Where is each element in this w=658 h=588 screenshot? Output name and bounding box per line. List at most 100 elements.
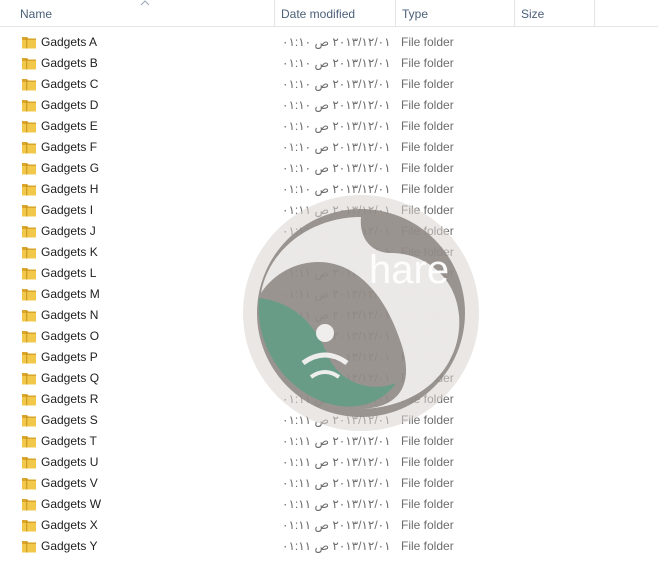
file-type: File folder	[401, 308, 454, 322]
file-name: Gadgets I	[41, 203, 94, 217]
file-name: Gadgets S	[41, 413, 98, 427]
file-date-modified: ۲۰۱۳/۱۲/۰۱ ص ۰۱:۱۱	[282, 476, 391, 490]
file-type: File folder	[401, 539, 454, 553]
file-date-modified: ۲۰۱۳/۱۲/۰۱ ص ۰۱:۱۰	[282, 161, 391, 175]
file-type: File folder	[401, 413, 454, 427]
file-date-modified: ۲۰۱۳/۱۲/۰۱ ص ۰۱:۱۱	[282, 518, 391, 532]
file-row[interactable]: Gadgets O ۲۰۱۳/۱۲/۰۱ ص ۰۱:۱۱ File folder	[0, 326, 658, 347]
file-row[interactable]: Gadgets T ۲۰۱۳/۱۲/۰۱ ص ۰۱:۱۱ File folder	[0, 431, 658, 452]
folder-icon	[22, 499, 36, 511]
file-row[interactable]: Gadgets P ۲۰۱۳/۱۲/۰۱ ص ۰۱:۱۱ File folder	[0, 347, 658, 368]
folder-icon	[22, 289, 36, 301]
file-row[interactable]: Gadgets I ۲۰۱۳/۱۲/۰۱ ص ۰۱:۱۱ File folder	[0, 200, 658, 221]
sort-ascending-icon	[140, 0, 150, 6]
file-type: File folder	[401, 119, 454, 133]
file-row[interactable]: Gadgets L ۲۰۱۳/۱۲/۰۱ ص ۰۱:۱۱ File folder	[0, 263, 658, 284]
file-date-modified: ۲۰۱۳/۱۲/۰۱ ص ۰۱:۱۱	[282, 329, 391, 343]
file-name: Gadgets A	[41, 35, 98, 49]
file-date-modified: ۲۰۱۳/۱۲/۰۱ ص ۰۱:۱۰	[282, 140, 391, 154]
file-type: File folder	[401, 455, 454, 469]
column-header-bar: Name Date modified Type Size	[0, 0, 658, 27]
file-row[interactable]: Gadgets G ۲۰۱۳/۱۲/۰۱ ص ۰۱:۱۰ File folder	[0, 158, 658, 179]
folder-icon	[22, 394, 36, 406]
file-name: Gadgets Q	[41, 371, 100, 385]
folder-icon	[22, 37, 36, 49]
file-name: Gadgets V	[41, 476, 98, 490]
file-row[interactable]: Gadgets Q ۲۰۱۳/۱۲/۰۱ ص ۰۱:۱۱ File folder	[0, 368, 658, 389]
file-name: Gadgets N	[41, 308, 99, 322]
file-date-modified: ۲۰۱۳/۱۲/۰۱ ص ۰۱:۱۱	[282, 455, 391, 469]
file-date-modified: ۲۰۱۳/۱۲/۰۱ ص ۰۱:۱۰	[282, 77, 391, 91]
folder-icon	[22, 541, 36, 553]
file-row[interactable]: Gadgets R ۲۰۱۳/۱۲/۰۱ ص ۰۱:۱۱ File folder	[0, 389, 658, 410]
file-name: Gadgets X	[41, 518, 98, 532]
file-row[interactable]: Gadgets X ۲۰۱۳/۱۲/۰۱ ص ۰۱:۱۱ File folder	[0, 515, 658, 536]
folder-icon	[22, 436, 36, 448]
column-divider[interactable]	[594, 0, 595, 26]
folder-icon	[22, 520, 36, 532]
file-name: Gadgets L	[41, 266, 97, 280]
file-date-modified: ۲۰۱۳/۱۲/۰۱ ص ۰۱:۱۰	[282, 119, 391, 133]
file-row[interactable]: Gadgets S ۲۰۱۳/۱۲/۰۱ ص ۰۱:۱۱ File folder	[0, 410, 658, 431]
folder-icon	[22, 163, 36, 175]
file-date-modified: ۲۰۱۳/۱۲/۰۱ ص ۰۱:۱۱	[282, 434, 391, 448]
folder-icon	[22, 226, 36, 238]
folder-icon	[22, 415, 36, 427]
file-type: File folder	[401, 392, 454, 406]
file-type: File folder	[401, 371, 454, 385]
folder-icon	[22, 79, 36, 91]
file-date-modified: ۲۰۱۳/۱۲/۰۱ ص ۰۱:۱۱	[282, 245, 391, 259]
file-type: File folder	[401, 56, 454, 70]
file-type: File folder	[401, 77, 454, 91]
file-date-modified: ۲۰۱۳/۱۲/۰۱ ص ۰۱:۱۰	[282, 98, 391, 112]
file-type: File folder	[401, 497, 454, 511]
file-name: Gadgets J	[41, 224, 96, 238]
file-row[interactable]: Gadgets Y ۲۰۱۳/۱۲/۰۱ ص ۰۱:۱۱ File folder	[0, 536, 658, 557]
file-row[interactable]: Gadgets D ۲۰۱۳/۱۲/۰۱ ص ۰۱:۱۰ File folder	[0, 95, 658, 116]
file-type: File folder	[401, 329, 454, 343]
folder-icon	[22, 58, 36, 70]
file-type: File folder	[401, 140, 454, 154]
file-date-modified: ۲۰۱۳/۱۲/۰۱ ص ۰۱:۱۰	[282, 182, 391, 196]
file-type: File folder	[401, 35, 454, 49]
file-type: File folder	[401, 182, 454, 196]
folder-icon	[22, 142, 36, 154]
folder-icon	[22, 331, 36, 343]
column-header-type[interactable]: Type	[396, 0, 514, 26]
file-date-modified: ۲۰۱۳/۱۲/۰۱ ص ۰۱:۱۰	[282, 56, 391, 70]
file-row[interactable]: Gadgets J ۲۰۱۳/۱۲/۰۱ ص ۰۱:۱۱ File folder	[0, 221, 658, 242]
file-date-modified: ۲۰۱۳/۱۲/۰۱ ص ۰۱:۱۰	[282, 35, 391, 49]
file-name: Gadgets G	[41, 161, 100, 175]
file-name: Gadgets F	[41, 140, 98, 154]
file-name: Gadgets H	[41, 182, 99, 196]
file-row[interactable]: Gadgets H ۲۰۱۳/۱۲/۰۱ ص ۰۱:۱۰ File folder	[0, 179, 658, 200]
file-date-modified: ۲۰۱۳/۱۲/۰۱ ص ۰۱:۱۱	[282, 266, 391, 280]
file-type: File folder	[401, 287, 454, 301]
file-name: Gadgets B	[41, 56, 98, 70]
file-row[interactable]: Gadgets K ۲۰۱۳/۱۲/۰۱ ص ۰۱:۱۱ File folder	[0, 242, 658, 263]
file-row[interactable]: Gadgets U ۲۰۱۳/۱۲/۰۱ ص ۰۱:۱۱ File folder	[0, 452, 658, 473]
file-name: Gadgets K	[41, 245, 98, 259]
column-header-size[interactable]: Size	[515, 0, 594, 26]
file-type: File folder	[401, 224, 454, 238]
file-type: File folder	[401, 434, 454, 448]
folder-icon	[22, 184, 36, 196]
file-row[interactable]: Gadgets B ۲۰۱۳/۱۲/۰۱ ص ۰۱:۱۰ File folder	[0, 53, 658, 74]
file-row[interactable]: Gadgets E ۲۰۱۳/۱۲/۰۱ ص ۰۱:۱۰ File folder	[0, 116, 658, 137]
file-date-modified: ۲۰۱۳/۱۲/۰۱ ص ۰۱:۱۱	[282, 497, 391, 511]
file-row[interactable]: Gadgets W ۲۰۱۳/۱۲/۰۱ ص ۰۱:۱۱ File folder	[0, 494, 658, 515]
file-row[interactable]: Gadgets C ۲۰۱۳/۱۲/۰۱ ص ۰۱:۱۰ File folder	[0, 74, 658, 95]
column-header-date-modified[interactable]: Date modified	[275, 0, 395, 26]
folder-icon	[22, 121, 36, 133]
file-row[interactable]: Gadgets M ۲۰۱۳/۱۲/۰۱ ص ۰۱:۱۱ File folder	[0, 284, 658, 305]
file-name: Gadgets U	[41, 455, 99, 469]
file-row[interactable]: Gadgets V ۲۰۱۳/۱۲/۰۱ ص ۰۱:۱۱ File folder	[0, 473, 658, 494]
file-row[interactable]: Gadgets N ۲۰۱۳/۱۲/۰۱ ص ۰۱:۱۱ File folder	[0, 305, 658, 326]
file-date-modified: ۲۰۱۳/۱۲/۰۱ ص ۰۱:۱۱	[282, 371, 391, 385]
file-date-modified: ۲۰۱۳/۱۲/۰۱ ص ۰۱:۱۱	[282, 224, 391, 238]
file-name: Gadgets P	[41, 350, 98, 364]
file-row[interactable]: Gadgets A ۲۰۱۳/۱۲/۰۱ ص ۰۱:۱۰ File folder	[0, 32, 658, 53]
file-row[interactable]: Gadgets F ۲۰۱۳/۱۲/۰۱ ص ۰۱:۱۰ File folder	[0, 137, 658, 158]
file-date-modified: ۲۰۱۳/۱۲/۰۱ ص ۰۱:۱۱	[282, 308, 391, 322]
file-date-modified: ۲۰۱۳/۱۲/۰۱ ص ۰۱:۱۱	[282, 203, 391, 217]
